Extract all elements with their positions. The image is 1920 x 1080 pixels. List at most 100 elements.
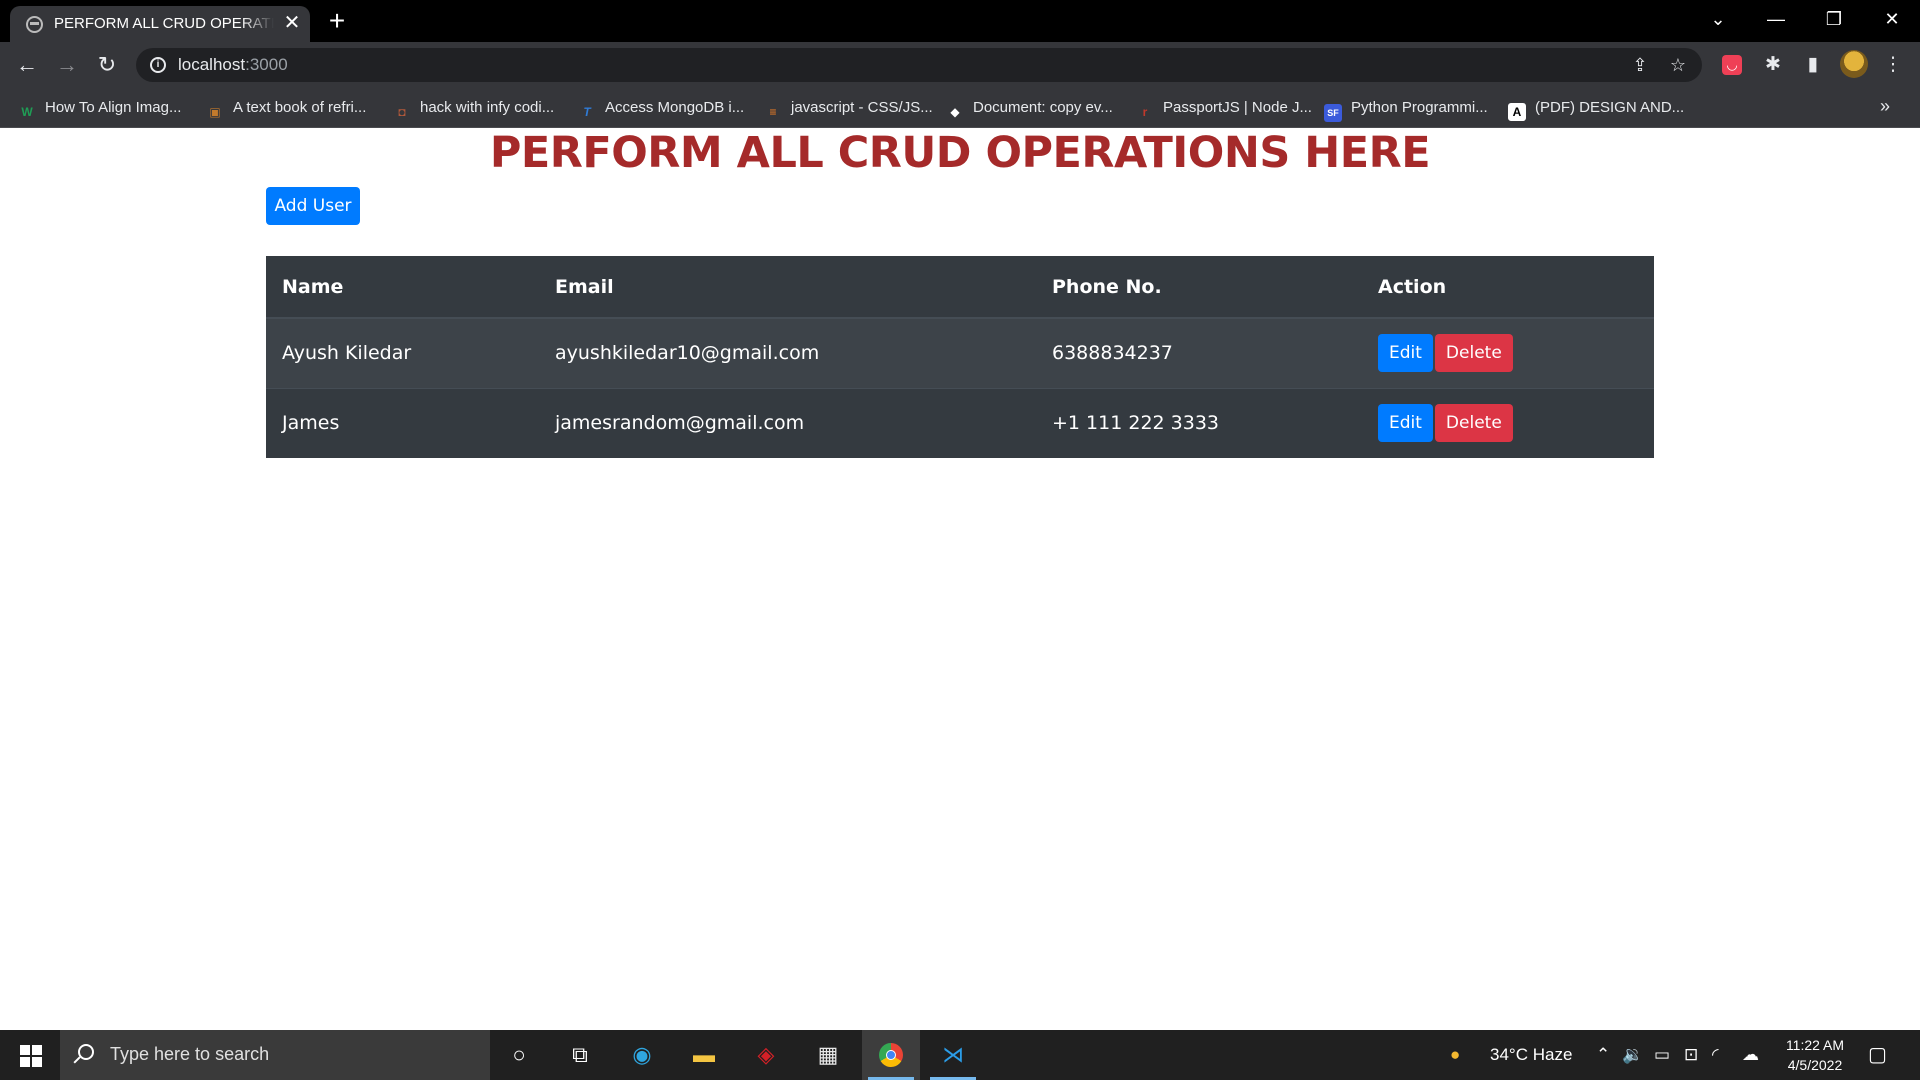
volume-icon[interactable]: 🔉 (1622, 1030, 1643, 1080)
bookmark-label: PassportJS | Node J... (1163, 99, 1312, 116)
page-content: PERFORM ALL CRUD OPERATIONS HERE Add Use… (0, 128, 1920, 1030)
search-icon (78, 1044, 94, 1060)
notifications-icon[interactable]: ▢ (1868, 1030, 1887, 1080)
weather-text[interactable]: 34°C Haze (1490, 1030, 1572, 1080)
bookmark-favicon-icon: ▣ (209, 105, 221, 119)
column-header-action: Action (1362, 256, 1654, 319)
chrome-taskbar-icon[interactable] (862, 1030, 920, 1080)
windows-taskbar: Type here to search ○ ⧉ ◉ ▬ ◈ ▦ ⋊ ● 34°C… (0, 1030, 1920, 1080)
delete-button[interactable]: Delete (1434, 404, 1513, 443)
search-placeholder: Type here to search (110, 1044, 270, 1064)
bookmark-favicon-icon: ≡ (769, 105, 777, 119)
user-email-cell: jamesrandom@gmail.com (539, 387, 1036, 458)
more-bookmarks-icon[interactable]: » (1880, 96, 1890, 117)
add-user-button[interactable]: Add User (266, 187, 360, 225)
edit-button[interactable]: Edit (1378, 404, 1433, 443)
bookmark-label: hack with infy codi... (420, 99, 555, 116)
share-icon[interactable]: ⇪ (1628, 53, 1652, 77)
file-explorer-icon[interactable]: ▬ (675, 1030, 733, 1080)
forward-icon[interactable]: → (52, 50, 82, 80)
address-bar[interactable]: i localhost:3000 ⇪ ☆ (136, 48, 1702, 82)
close-window-icon[interactable]: ✕ (1864, 0, 1920, 40)
bookmark-item[interactable]: W How To Align Imag... (18, 96, 181, 120)
site-info-icon[interactable]: i (150, 57, 166, 73)
column-header-phone: Phone No. (1036, 256, 1362, 319)
back-icon[interactable]: ← (12, 50, 42, 80)
table-row: James jamesrandom@gmail.com +1 111 222 3… (266, 387, 1654, 458)
vscode-icon[interactable]: ⋊ (924, 1030, 982, 1080)
browser-title-bar: PERFORM ALL CRUD OPERATIONS HERE ✕ + ⌄ —… (0, 0, 1920, 42)
bookmark-favicon-icon: SF (1324, 104, 1342, 122)
page-title: PERFORM ALL CRUD OPERATIONS HERE (489, 128, 1431, 178)
bookmark-label: javascript - CSS/JS... (791, 99, 933, 116)
bookmark-item[interactable]: ◆ Document: copy ev... (946, 96, 1113, 120)
pocket-extension-icon[interactable]: ◡ (1722, 55, 1742, 75)
column-header-email: Email (539, 256, 1036, 319)
delete-button[interactable]: Delete (1434, 334, 1513, 373)
reload-icon[interactable]: ↻ (92, 50, 122, 80)
edit-button[interactable]: Edit (1378, 334, 1433, 373)
network-icon[interactable]: ◜ (1712, 1030, 1719, 1080)
bookmark-item[interactable]: ◘ hack with infy codi... (393, 96, 554, 120)
bookmark-item[interactable]: ▣ A text book of refri... (206, 96, 366, 120)
side-panel-icon[interactable]: ▮ (1800, 52, 1826, 78)
profile-avatar[interactable] (1840, 50, 1868, 78)
user-email-cell: ayushkiledar10@gmail.com (539, 317, 1036, 388)
edge-icon[interactable]: ◉ (613, 1030, 671, 1080)
microsoft-store-icon[interactable]: ▦ (799, 1030, 857, 1080)
restore-icon[interactable]: ❐ (1806, 0, 1862, 40)
windows-start-icon[interactable] (20, 1045, 42, 1067)
bookmark-label: Document: copy ev... (973, 99, 1113, 116)
extensions-icon[interactable]: ✱ (1760, 52, 1786, 78)
bookmark-favicon-icon: ◘ (398, 105, 406, 119)
bookmark-item[interactable]: ≡ javascript - CSS/JS... (764, 96, 933, 120)
tab-title: PERFORM ALL CRUD OPERATIONS HERE (54, 15, 274, 32)
url-host: localhost (178, 55, 246, 74)
user-phone-cell: +1 111 222 3333 (1036, 387, 1362, 458)
cortana-icon[interactable]: ○ (490, 1030, 548, 1080)
close-tab-icon[interactable]: ✕ (282, 12, 302, 34)
battery-icon[interactable]: ▭ (1654, 1030, 1670, 1080)
device-icon[interactable]: ⊡ (1684, 1030, 1698, 1080)
clock-time: 11:22 AM (1785, 1037, 1845, 1053)
show-hidden-icons-icon[interactable]: ⌃ (1596, 1030, 1610, 1080)
globe-icon (26, 16, 43, 33)
column-header-name: Name (266, 256, 539, 319)
bookmark-label: Python Programmi... (1351, 99, 1488, 116)
bookmark-item[interactable]: T Access MongoDB i... (578, 96, 744, 120)
bookmark-favicon-icon: A (1508, 103, 1526, 121)
url-text[interactable]: localhost:3000 (178, 55, 288, 75)
browser-toolbar: ← → ↻ i localhost:3000 ⇪ ☆ ◡ ✱ ▮ ⋮ (0, 42, 1920, 88)
bookmark-star-icon[interactable]: ☆ (1666, 53, 1690, 77)
bookmark-label: How To Align Imag... (45, 99, 182, 116)
user-action-cell: Edit Delete (1362, 317, 1654, 388)
user-phone-cell: 6388834237 (1036, 317, 1362, 388)
chrome-icon (879, 1043, 903, 1067)
bookmark-label: A text book of refri... (233, 99, 367, 116)
user-name-cell: James (266, 387, 539, 458)
bookmarks-bar: W How To Align Imag... ▣ A text book of re… (0, 88, 1920, 128)
browser-tab[interactable]: PERFORM ALL CRUD OPERATIONS HERE ✕ (10, 6, 310, 42)
tab-search-icon[interactable]: ⌄ (1690, 0, 1746, 40)
weather-icon[interactable]: ● (1450, 1030, 1460, 1080)
table-header-row: Name Email Phone No. Action (266, 256, 1654, 319)
user-name-cell: Ayush Kiledar (266, 317, 539, 388)
taskbar-clock[interactable]: 11:22 AM 4/5/2022 (1770, 1035, 1860, 1075)
bookmark-favicon-icon: r (1142, 105, 1148, 119)
table-row: Ayush Kiledar ayushkiledar10@gmail.com 6… (266, 317, 1654, 388)
menu-icon[interactable]: ⋮ (1880, 52, 1906, 78)
clock-date: 4/5/2022 (1787, 1057, 1843, 1073)
bookmark-favicon-icon: W (21, 105, 33, 119)
bookmark-favicon-icon: ◆ (950, 105, 960, 119)
new-tab-button[interactable]: + (322, 6, 352, 36)
taskbar-search-box[interactable]: Type here to search (60, 1030, 490, 1080)
bookmark-label: (PDF) DESIGN AND... (1535, 99, 1685, 116)
task-view-icon[interactable]: ⧉ (551, 1030, 609, 1080)
bookmark-item[interactable]: r PassportJS | Node J... (1136, 96, 1312, 120)
mcafee-icon[interactable]: ◈ (737, 1030, 795, 1080)
minimize-icon[interactable]: — (1748, 0, 1804, 40)
bookmark-item[interactable]: SF Python Programmi... (1324, 96, 1488, 122)
users-table: Name Email Phone No. Action Ayush Kileda… (266, 256, 1654, 458)
bookmark-item[interactable]: A (PDF) DESIGN AND... (1508, 96, 1685, 121)
sync-icon[interactable]: ☁ (1742, 1030, 1759, 1080)
